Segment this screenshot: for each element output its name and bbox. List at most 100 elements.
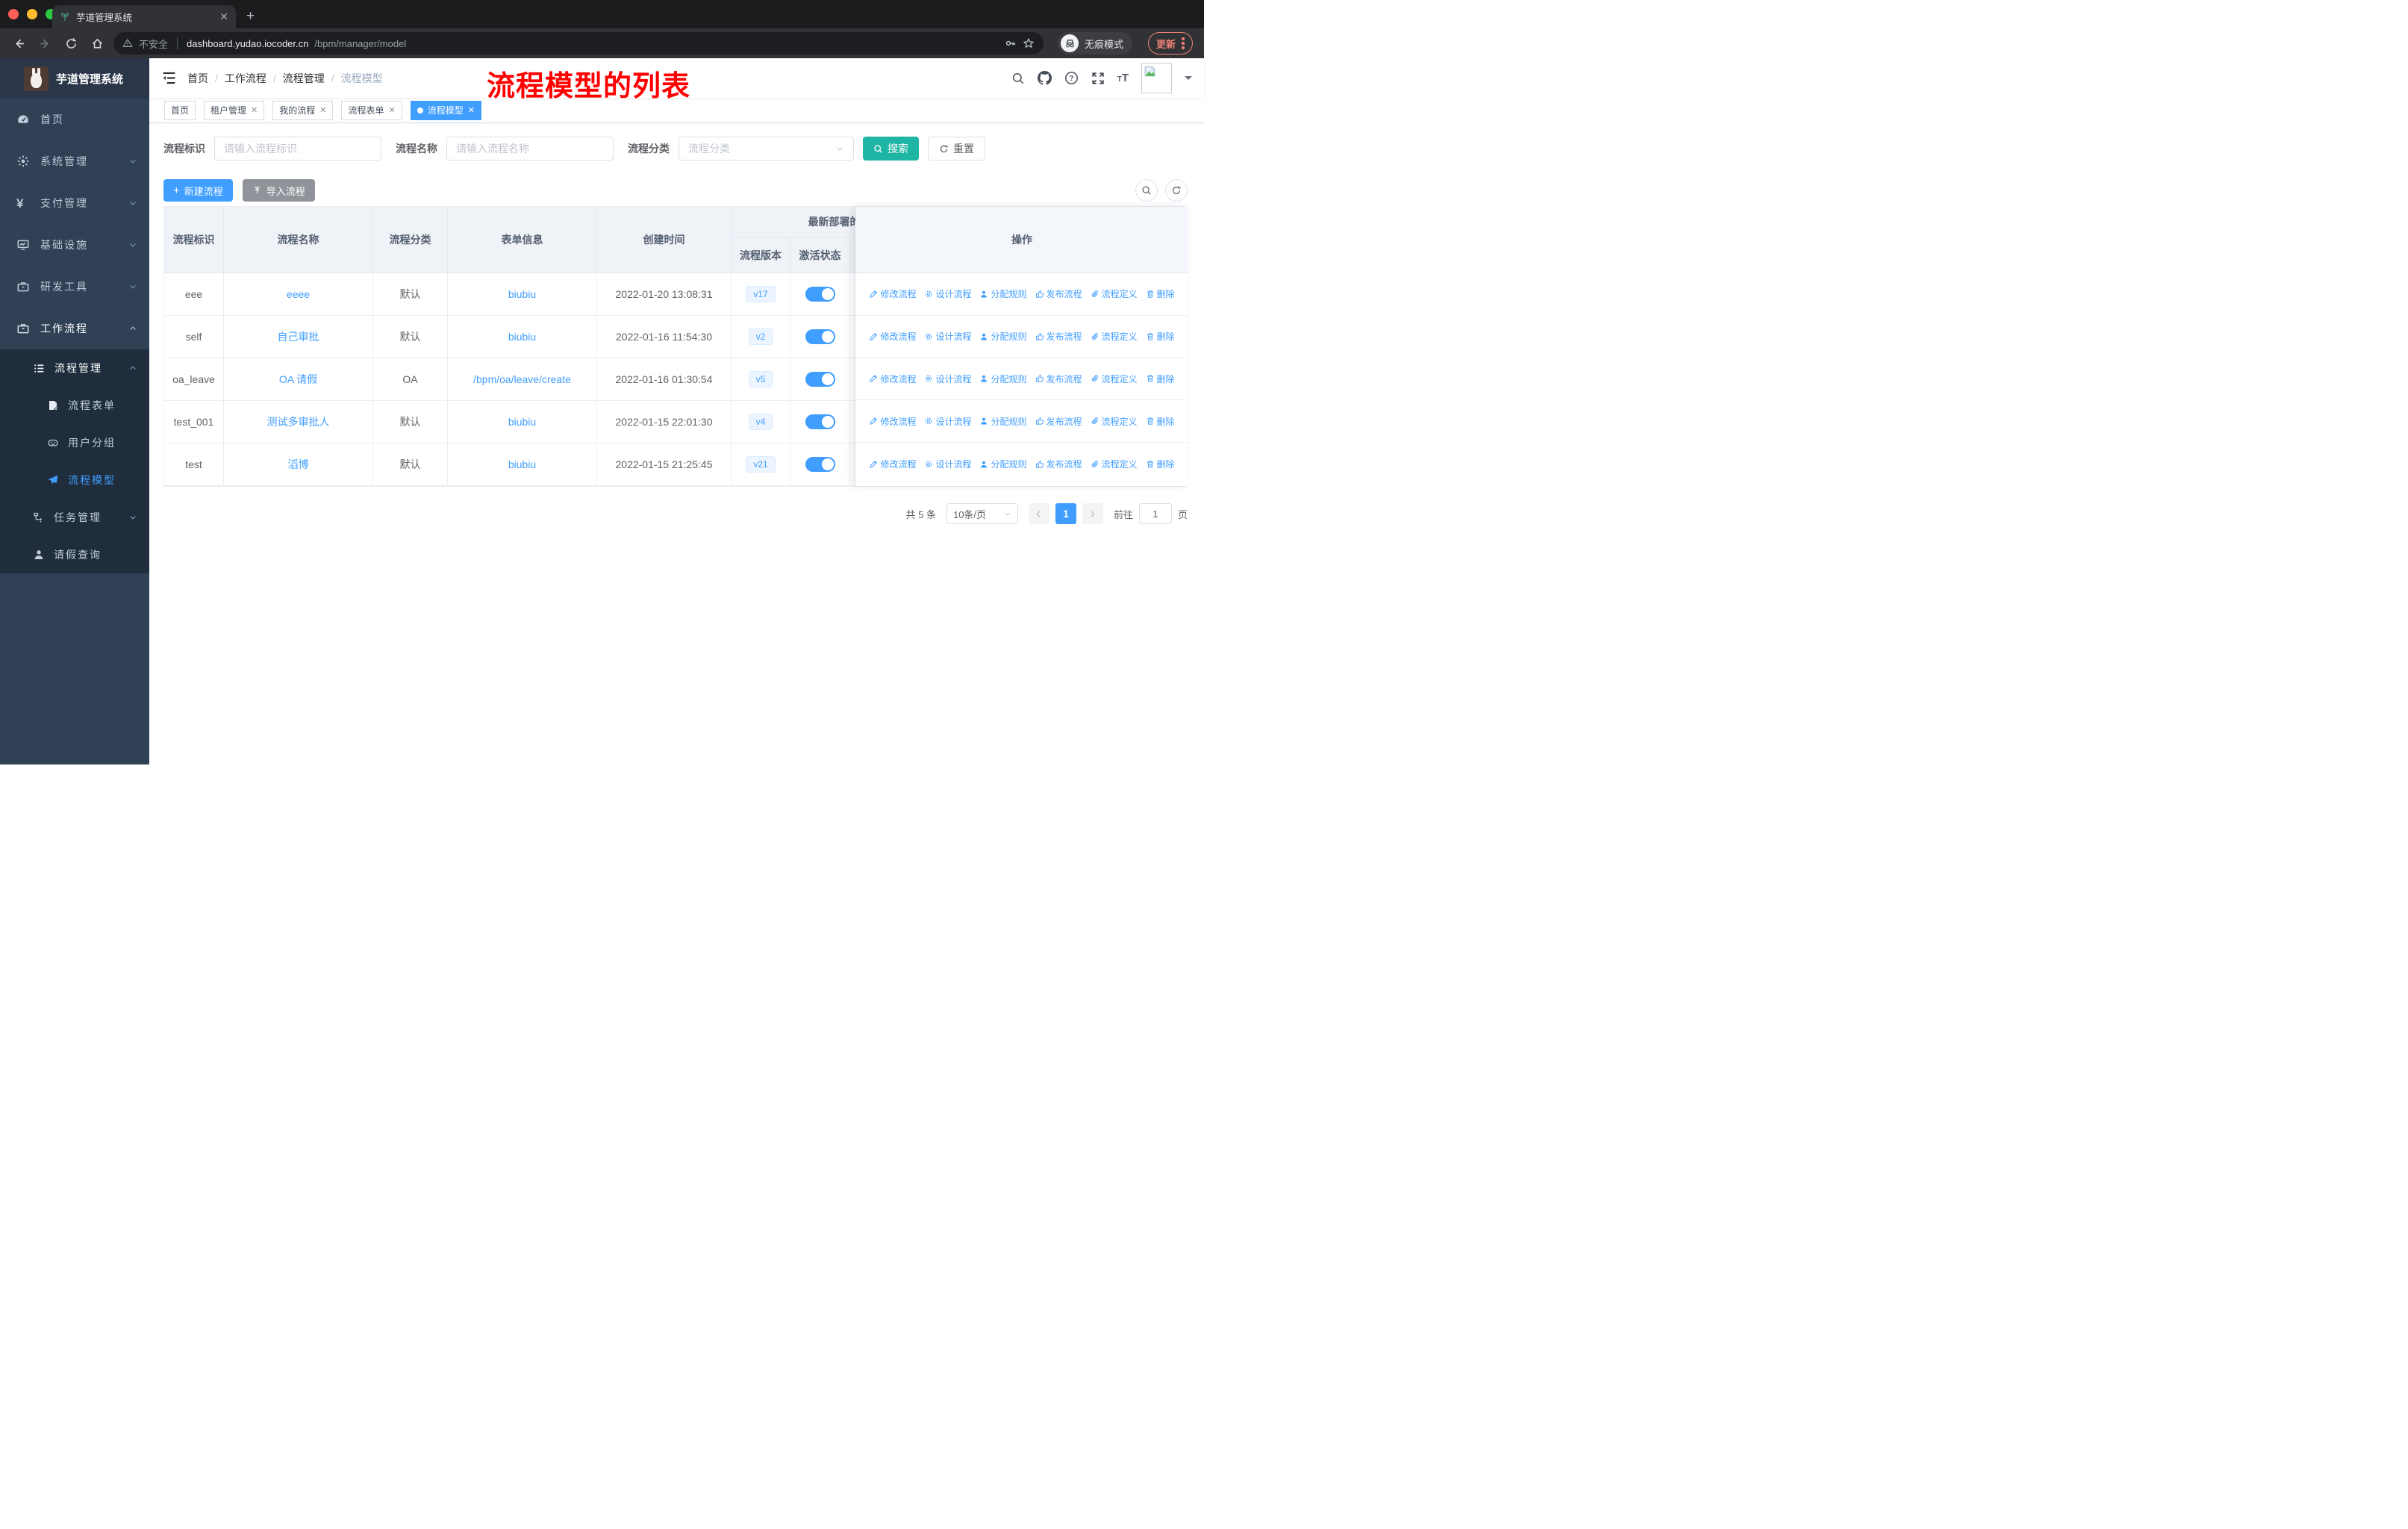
- close-window-button[interactable]: [8, 9, 19, 19]
- fullscreen-icon[interactable]: [1091, 72, 1105, 85]
- avatar-caret-icon[interactable]: [1185, 75, 1192, 84]
- next-page-button[interactable]: [1082, 503, 1103, 524]
- action-design-process-link[interactable]: 设计流程: [924, 373, 971, 385]
- tag-close-icon[interactable]: ✕: [251, 105, 258, 115]
- tag-process-model[interactable]: 流程模型 ✕: [410, 100, 481, 120]
- star-icon[interactable]: [1023, 37, 1035, 49]
- cell-form-link[interactable]: /bpm/oa/leave/create: [448, 358, 597, 401]
- action-assign-rule-link[interactable]: 分配规则: [979, 373, 1027, 385]
- sidebar-item-devtools[interactable]: 研发工具: [0, 266, 149, 308]
- action-delete-link[interactable]: 删除: [1146, 373, 1175, 385]
- reload-icon[interactable]: [61, 34, 81, 53]
- sidebar-item-leave-query[interactable]: 请假查询: [0, 536, 149, 573]
- breadcrumb-item[interactable]: 工作流程: [225, 71, 266, 86]
- action-edit-process-link[interactable]: 修改流程: [869, 458, 916, 470]
- action-edit-process-link[interactable]: 修改流程: [869, 373, 916, 385]
- action-edit-process-link[interactable]: 修改流程: [869, 415, 916, 428]
- action-design-process-link[interactable]: 设计流程: [924, 458, 971, 470]
- cell-name-link[interactable]: OA 请假: [224, 358, 373, 401]
- sidebar-item-user-group[interactable]: 用户分组: [0, 424, 149, 461]
- active-toggle[interactable]: [805, 414, 835, 429]
- version-badge[interactable]: v17: [746, 286, 776, 302]
- action-assign-rule-link[interactable]: 分配规则: [979, 458, 1027, 470]
- action-publish-process-link[interactable]: 发布流程: [1035, 415, 1082, 428]
- active-toggle[interactable]: [805, 457, 835, 472]
- action-edit-process-link[interactable]: 修改流程: [869, 330, 916, 343]
- action-process-definition-link[interactable]: 流程定义: [1091, 458, 1138, 470]
- sidebar-item-workflow[interactable]: 工作流程: [0, 308, 149, 349]
- sidebar-toggle-icon[interactable]: [161, 70, 177, 86]
- version-badge[interactable]: v5: [748, 371, 773, 387]
- cell-name-link[interactable]: 滔博: [224, 443, 373, 486]
- process-id-input[interactable]: [214, 137, 381, 161]
- home-icon[interactable]: [87, 34, 107, 53]
- action-delete-link[interactable]: 删除: [1146, 330, 1175, 343]
- action-delete-link[interactable]: 删除: [1146, 415, 1175, 428]
- avatar[interactable]: [1141, 63, 1172, 93]
- action-edit-process-link[interactable]: 修改流程: [869, 287, 916, 300]
- sidebar-item-process-model[interactable]: 流程模型: [0, 461, 149, 499]
- key-icon[interactable]: [1005, 37, 1017, 49]
- action-process-definition-link[interactable]: 流程定义: [1091, 330, 1138, 343]
- action-publish-process-link[interactable]: 发布流程: [1035, 330, 1082, 343]
- forward-icon[interactable]: [35, 34, 54, 53]
- back-icon[interactable]: [9, 34, 28, 53]
- tag-close-icon[interactable]: ✕: [319, 105, 326, 115]
- cell-name-link[interactable]: eeee: [224, 273, 373, 316]
- font-size-icon[interactable]: TT: [1117, 72, 1129, 84]
- breadcrumb-item[interactable]: 首页: [187, 71, 208, 86]
- sidebar-item-process-form[interactable]: 流程表单: [0, 387, 149, 424]
- help-icon[interactable]: ?: [1064, 71, 1079, 85]
- tag-home[interactable]: 首页: [164, 100, 196, 120]
- cell-form-link[interactable]: biubiu: [448, 401, 597, 443]
- version-badge[interactable]: v21: [746, 456, 776, 473]
- action-publish-process-link[interactable]: 发布流程: [1035, 458, 1082, 470]
- sidebar-item-home[interactable]: 首页: [0, 99, 149, 140]
- create-process-button[interactable]: + 新建流程: [163, 179, 233, 202]
- tag-tenant[interactable]: 租户管理 ✕: [204, 100, 265, 120]
- page-size-select[interactable]: 10条/页: [946, 503, 1018, 524]
- reset-button[interactable]: 重置: [928, 137, 985, 161]
- page-number-button[interactable]: 1: [1055, 503, 1076, 524]
- prev-page-button[interactable]: [1028, 503, 1049, 524]
- import-process-button[interactable]: 导入流程: [242, 179, 315, 202]
- breadcrumb-item[interactable]: 流程管理: [283, 71, 325, 86]
- cell-form-link[interactable]: biubiu: [448, 443, 597, 486]
- action-design-process-link[interactable]: 设计流程: [924, 415, 971, 428]
- action-design-process-link[interactable]: 设计流程: [924, 287, 971, 300]
- goto-page-input[interactable]: [1138, 503, 1172, 524]
- tag-close-icon[interactable]: ✕: [468, 105, 475, 115]
- sidebar-item-pay[interactable]: ¥ 支付管理: [0, 182, 149, 224]
- show-search-button[interactable]: [1135, 179, 1158, 202]
- sidebar-item-task-manage[interactable]: 任务管理: [0, 499, 149, 536]
- action-delete-link[interactable]: 删除: [1146, 287, 1175, 300]
- tag-my-process[interactable]: 我的流程 ✕: [272, 100, 334, 120]
- cell-name-link[interactable]: 测试多审批人: [224, 401, 373, 443]
- refresh-table-button[interactable]: [1165, 179, 1188, 202]
- action-assign-rule-link[interactable]: 分配规则: [979, 287, 1027, 300]
- action-publish-process-link[interactable]: 发布流程: [1035, 287, 1082, 300]
- active-toggle[interactable]: [805, 372, 835, 387]
- url-bar[interactable]: 不安全 dashboard.yudao.iocoder.cn/bpm/manag…: [113, 32, 1044, 55]
- tag-close-icon[interactable]: ✕: [389, 105, 396, 115]
- action-assign-rule-link[interactable]: 分配规则: [979, 330, 1027, 343]
- sidebar-item-process-manage[interactable]: 流程管理: [0, 349, 149, 387]
- version-badge[interactable]: v2: [748, 328, 773, 345]
- version-badge[interactable]: v4: [748, 414, 773, 430]
- tag-process-form[interactable]: 流程表单 ✕: [341, 100, 402, 120]
- tab-close-icon[interactable]: ✕: [219, 10, 228, 23]
- cell-form-link[interactable]: biubiu: [448, 316, 597, 358]
- cell-form-link[interactable]: biubiu: [448, 273, 597, 316]
- search-icon[interactable]: [1011, 72, 1025, 85]
- cell-name-link[interactable]: 自己审批: [224, 316, 373, 358]
- github-icon[interactable]: [1037, 71, 1052, 85]
- search-button[interactable]: 搜索: [863, 137, 919, 161]
- browser-menu-button[interactable]: 更新: [1148, 32, 1193, 55]
- active-toggle[interactable]: [805, 329, 835, 344]
- action-process-definition-link[interactable]: 流程定义: [1091, 415, 1138, 428]
- category-select[interactable]: 流程分类: [679, 137, 854, 161]
- action-process-definition-link[interactable]: 流程定义: [1091, 287, 1138, 300]
- sidebar-item-infra[interactable]: 基础设施: [0, 224, 149, 266]
- browser-tab[interactable]: 芋道管理系统 ✕: [52, 5, 236, 28]
- action-delete-link[interactable]: 删除: [1146, 458, 1175, 470]
